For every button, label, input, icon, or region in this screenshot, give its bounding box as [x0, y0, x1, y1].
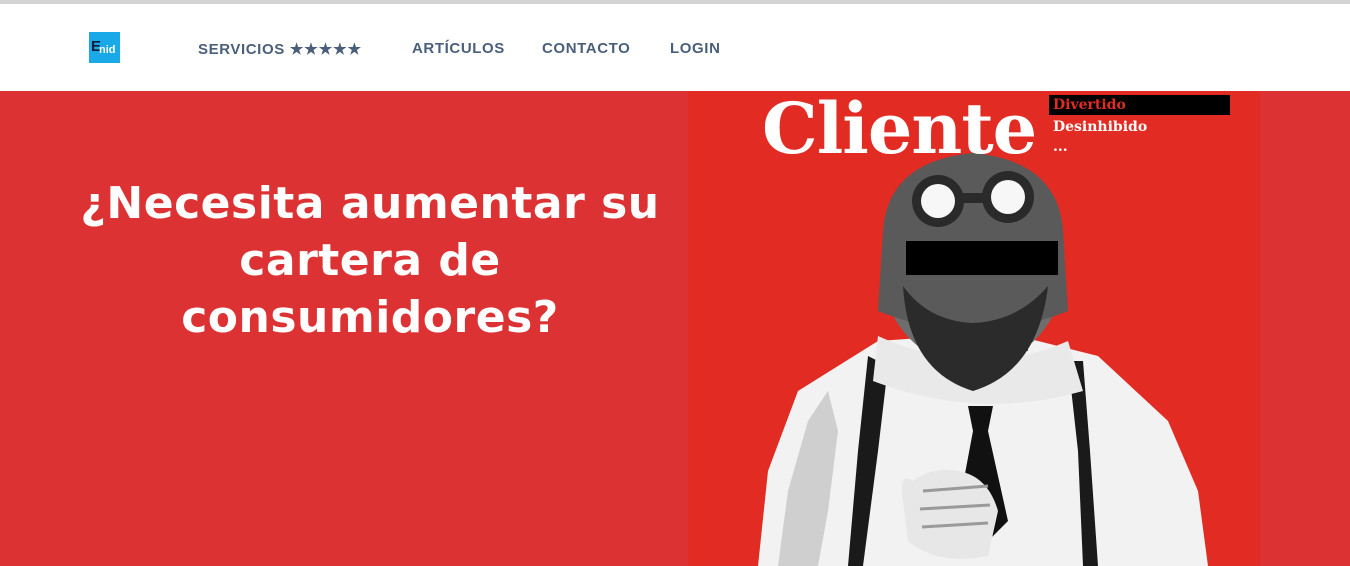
hero-headline-line2: cartera de consumidores?	[181, 235, 559, 343]
nav-login[interactable]: LOGIN	[670, 40, 721, 57]
nav-servicios[interactable]: SERVICIOS ★★★★★	[198, 40, 362, 58]
poster-image: Cliente Divertido Desinhibido ...	[688, 91, 1260, 566]
hero-headline-line1: ¿Necesita aumentar su	[80, 178, 660, 229]
navbar: E nid SERVICIOS ★★★★★ ARTÍCULOS CONTACTO …	[0, 4, 1350, 91]
poster-title: Cliente	[762, 91, 1037, 170]
nav-articulos[interactable]: ARTÍCULOS	[412, 40, 505, 57]
nav-servicios-label: SERVICIOS	[198, 41, 285, 58]
hero-headline: ¿Necesita aumentar su cartera de consumi…	[60, 175, 680, 346]
hero-banner: ¿Necesita aumentar su cartera de consumi…	[0, 91, 1350, 566]
poster-tag-desinhibido: Desinhibido	[1053, 119, 1148, 135]
poster-tag-ellipsis: ...	[1053, 139, 1068, 155]
brand-logo[interactable]: E nid	[89, 32, 120, 63]
star-rating-icon: ★★★★★	[289, 41, 363, 58]
logo-letters-nid: nid	[99, 44, 116, 56]
nav-contacto[interactable]: CONTACTO	[542, 40, 630, 57]
poster-tag-divertido: Divertido	[1049, 95, 1230, 115]
